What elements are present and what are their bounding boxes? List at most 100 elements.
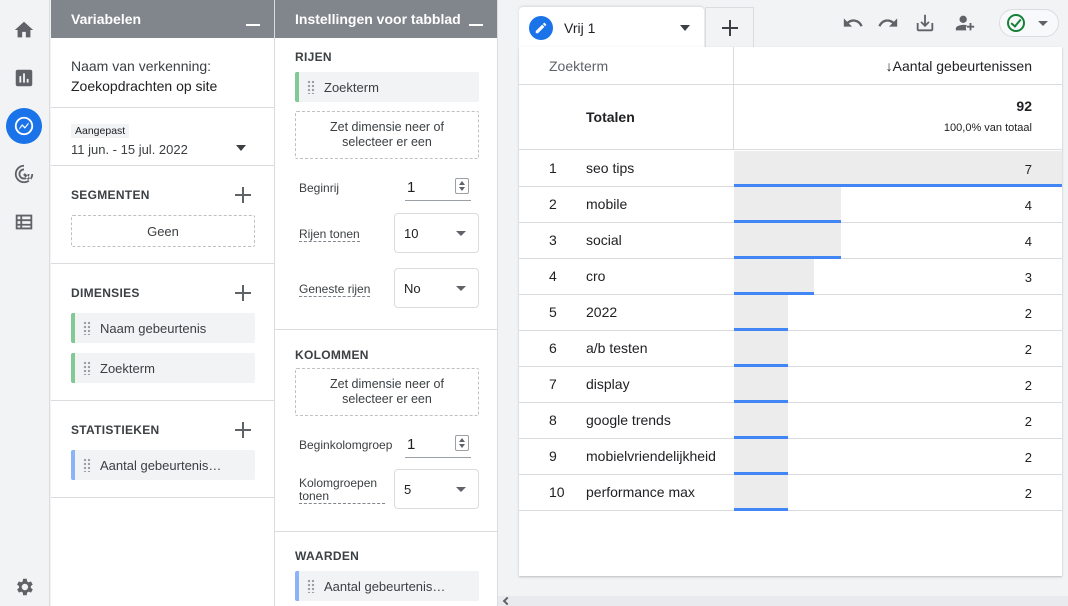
table-row[interactable]: 8 google trends 2 — [519, 403, 1062, 439]
redo-icon[interactable] — [877, 12, 901, 36]
begin-row-stepper[interactable]: 1 — [405, 175, 471, 201]
chevron-down-icon — [456, 231, 466, 236]
drag-handle-icon[interactable] — [307, 80, 315, 94]
pencil-icon[interactable] — [529, 16, 553, 40]
row-term[interactable]: performance max — [586, 484, 695, 500]
list-icon[interactable] — [12, 210, 36, 234]
gear-icon[interactable] — [12, 575, 36, 599]
begin-col-group-value: 1 — [407, 436, 416, 453]
row-index: 4 — [549, 268, 557, 284]
drag-handle-icon[interactable] — [307, 579, 315, 593]
bar-chart-icon[interactable] — [12, 66, 36, 90]
status-button[interactable] — [999, 9, 1059, 37]
add-dimension-icon[interactable] — [235, 285, 251, 301]
nested-rows-label-wrap: Geneste rijen — [299, 282, 371, 297]
row-index: 10 — [549, 484, 565, 500]
row-term[interactable]: mobielvriendelijkheid — [586, 448, 716, 464]
table-row[interactable]: 4 cro 3 — [519, 259, 1062, 295]
begin-col-group-stepper[interactable]: 1 — [405, 432, 471, 458]
tab-label: Vrij 1 — [564, 20, 596, 36]
check-circle-icon — [1007, 14, 1025, 32]
table-row[interactable]: 9 mobielvriendelijkheid 2 — [519, 439, 1062, 475]
table-row[interactable]: 1 seo tips 7 — [519, 151, 1062, 187]
share-user-icon[interactable] — [954, 12, 978, 36]
collapse-icon[interactable] — [246, 24, 260, 26]
columns-dropzone[interactable]: Zet dimensie neer of selecteer er een — [295, 368, 479, 416]
target-icon[interactable] — [12, 162, 36, 186]
show-rows-select[interactable]: 10 — [394, 213, 479, 253]
show-rows-label-wrap: Rijen tonen — [299, 227, 360, 242]
segment-none[interactable]: Geen — [71, 215, 255, 247]
row-term[interactable]: google trends — [586, 412, 671, 428]
columns-section: KOLOMMEN Zet dimensie neer of selecteer … — [275, 330, 497, 532]
add-segment-icon[interactable] — [235, 187, 251, 203]
download-icon[interactable] — [914, 12, 938, 36]
metrics-section: STATISTIEKEN Aantal gebeurtenis… — [51, 401, 274, 498]
column-header-dimension[interactable]: Zoekterm — [549, 58, 608, 74]
nested-rows-label: Geneste rijen — [299, 282, 371, 297]
nav-rail — [0, 0, 50, 606]
date-range-value[interactable]: 11 jun. - 15 jul. 2022 — [71, 142, 188, 157]
chevron-down-icon[interactable] — [680, 25, 690, 31]
table-row[interactable]: 2 mobile 4 — [519, 187, 1062, 223]
dimension-chip[interactable]: Naam gebeurtenis — [71, 313, 255, 343]
row-index: 8 — [549, 412, 557, 428]
rows-dimension-chip[interactable]: Zoekterm — [295, 72, 479, 102]
segments-section: SEGMENTEN Geen — [51, 166, 274, 264]
row-term[interactable]: mobile — [586, 196, 627, 212]
add-metric-icon[interactable] — [235, 422, 251, 438]
date-range-section[interactable]: Aangepast 11 jun. - 15 jul. 2022 — [51, 108, 274, 166]
add-tab-button[interactable] — [705, 7, 754, 48]
variables-header: Variabelen — [51, 0, 274, 38]
values-metric-chip[interactable]: Aantal gebeurtenis… — [295, 571, 479, 601]
exploration-name-section[interactable]: Naam van verkenning: Zoekopdrachten op s… — [51, 38, 274, 108]
explore-icon[interactable] — [6, 108, 42, 144]
row-index: 3 — [549, 232, 557, 248]
col-groups-select[interactable]: 5 — [394, 469, 479, 509]
row-value: 2 — [1024, 450, 1032, 465]
table-row[interactable]: 5 2022 2 — [519, 295, 1062, 331]
row-term[interactable]: 2022 — [586, 304, 617, 320]
column-divider — [733, 47, 734, 85]
stepper-arrows-icon[interactable] — [455, 178, 469, 194]
values-metric-label: Aantal gebeurtenis… — [324, 578, 446, 594]
row-term[interactable]: display — [586, 376, 630, 392]
row-term[interactable]: social — [586, 232, 622, 248]
row-term[interactable]: a/b testen — [586, 340, 648, 356]
metric-chip[interactable]: Aantal gebeurtenis… — [71, 450, 255, 480]
tab-vrij-1[interactable]: Vrij 1 — [519, 7, 704, 48]
exploration-name-value[interactable]: Zoekopdrachten op site — [71, 78, 217, 94]
home-icon[interactable] — [12, 18, 36, 42]
nested-rows-select[interactable]: No — [394, 268, 479, 308]
chevron-left-icon[interactable] — [502, 596, 512, 606]
begin-row-label: Beginrij — [299, 181, 340, 195]
row-term[interactable]: cro — [586, 268, 605, 284]
undo-icon[interactable] — [842, 12, 866, 36]
drag-handle-icon[interactable] — [83, 458, 91, 472]
drag-handle-icon[interactable] — [83, 361, 91, 375]
col-groups-label: Kolomgroepen tonen — [299, 477, 385, 504]
column-header-metric[interactable]: ↓Aantal gebeurtenissen — [886, 58, 1032, 74]
table-row[interactable]: 10 performance max 2 — [519, 475, 1062, 511]
row-value: 2 — [1024, 306, 1032, 321]
row-term[interactable]: seo tips — [586, 160, 634, 176]
value-bar-bg — [734, 223, 841, 259]
begin-row-value: 1 — [407, 179, 416, 196]
row-value: 3 — [1024, 270, 1032, 285]
table-row[interactable]: 6 a/b testen 2 — [519, 331, 1062, 367]
horizontal-scrollbar[interactable] — [498, 596, 1068, 606]
row-value: 4 — [1024, 198, 1032, 213]
table-header-row: Zoekterm ↓Aantal gebeurtenissen — [519, 47, 1062, 85]
variables-panel: Variabelen Naam van verkenning: Zoekopdr… — [51, 0, 275, 606]
chevron-down-icon[interactable] — [236, 145, 246, 151]
collapse-icon[interactable] — [469, 24, 483, 26]
totals-percentage: 100,0% van totaal — [943, 122, 1032, 134]
stepper-arrows-icon[interactable] — [455, 435, 469, 451]
row-index: 7 — [549, 376, 557, 392]
table-row[interactable]: 7 display 2 — [519, 367, 1062, 403]
rows-dropzone[interactable]: Zet dimensie neer of selecteer er een — [295, 111, 479, 159]
dimension-chip[interactable]: Zoekterm — [71, 353, 255, 383]
drag-handle-icon[interactable] — [83, 321, 91, 335]
values-section: WAARDEN Aantal gebeurtenis… — [275, 532, 497, 606]
table-row[interactable]: 3 social 4 — [519, 223, 1062, 259]
